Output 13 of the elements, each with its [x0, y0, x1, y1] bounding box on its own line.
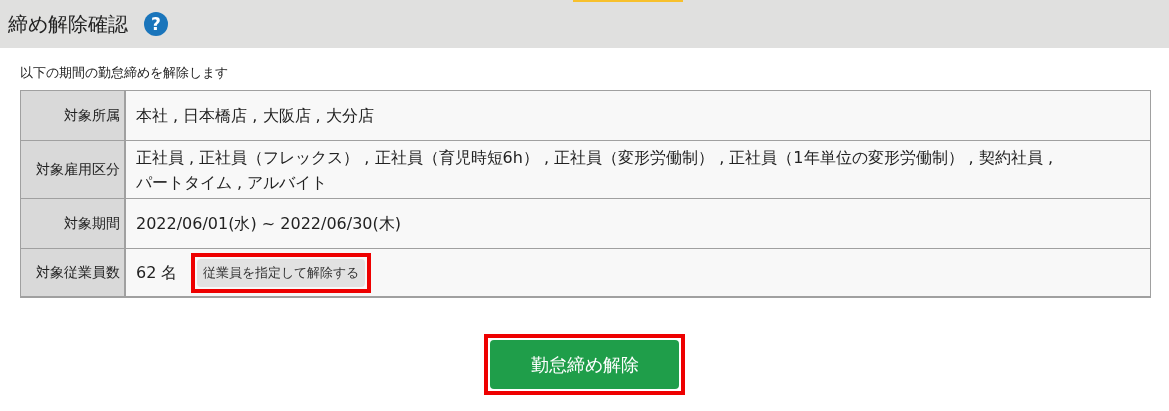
release-button[interactable]: 勤怠締め解除	[490, 340, 679, 389]
select-employees-button[interactable]: 従業員を指定して解除する	[197, 258, 366, 287]
page-title: 締め解除確認	[8, 10, 128, 38]
description-text: 以下の期間の勤怠締めを解除します	[20, 64, 229, 82]
row-label: 対象雇用区分	[21, 141, 126, 199]
row-label: 対象従業員数	[21, 249, 126, 297]
row-label: 対象所属	[21, 91, 126, 141]
help-icon[interactable]: ?	[144, 12, 168, 36]
employee-count: 62 名	[136, 262, 178, 284]
table-cell: 2022/06/01(水) ~ 2022/06/30(木)	[126, 199, 1150, 249]
table-cell: 本社 , 日本橋店 , 大阪店 , 大分店	[126, 91, 1150, 141]
table-cell: 正社員 , 正社員（フレックス） , 正社員（育児時短6h） , 正社員（変形労働制） , 正社員（1年単位の変形労働制） , 契約社員 , パートタイム , アルバイト	[126, 141, 1150, 199]
row-label: 対象期間	[21, 199, 126, 249]
